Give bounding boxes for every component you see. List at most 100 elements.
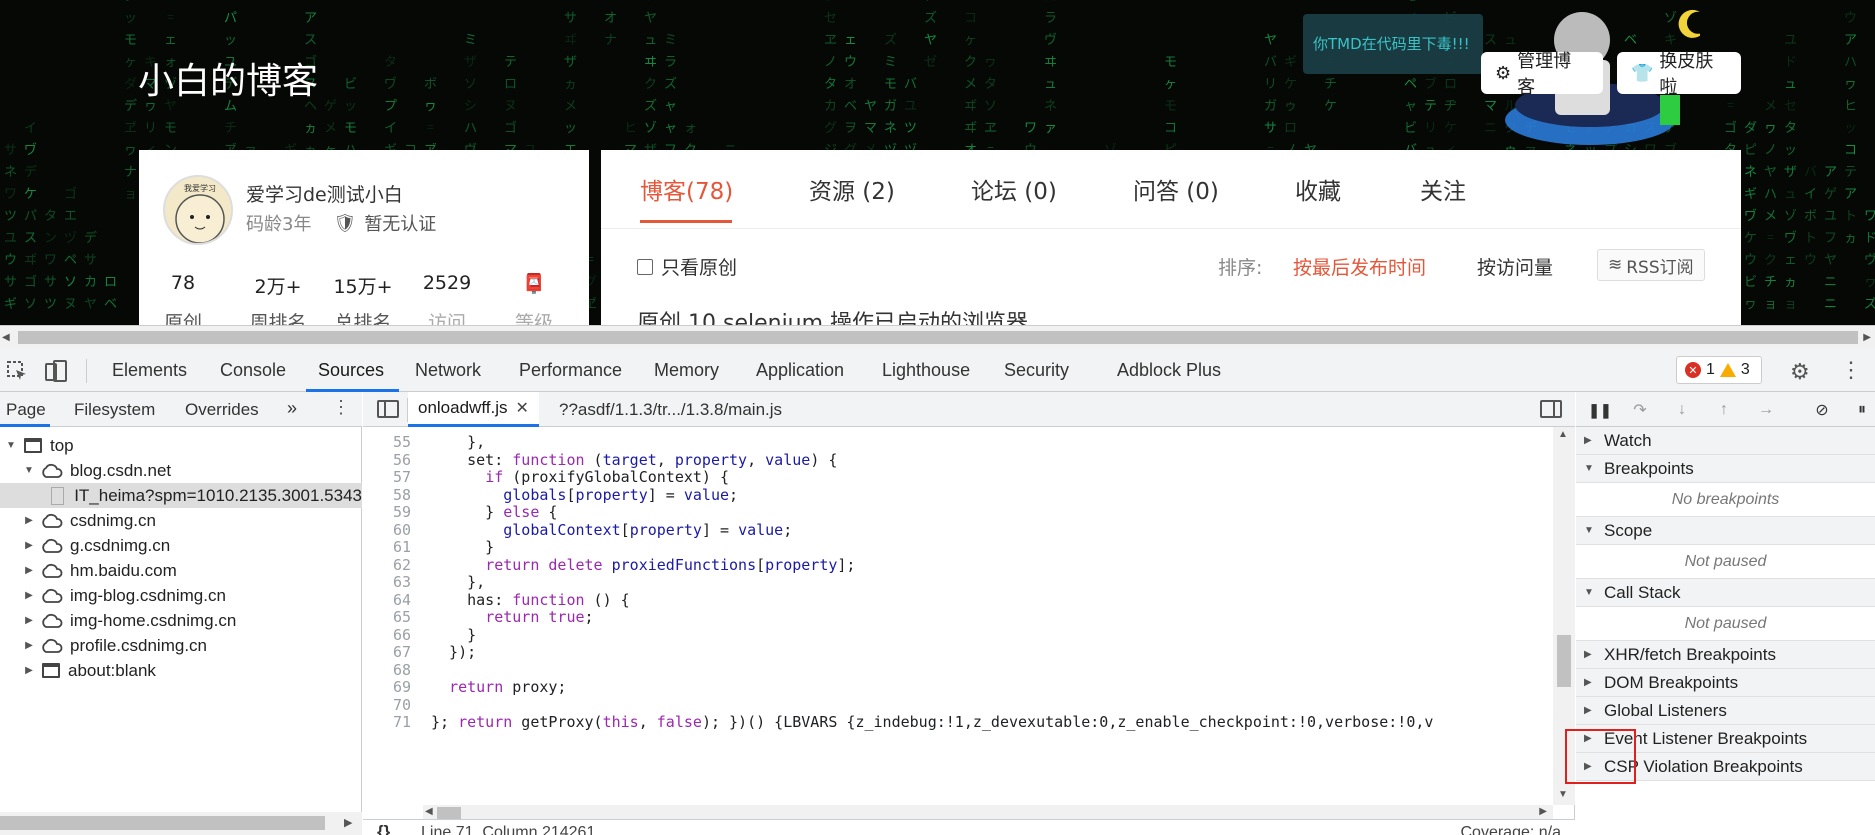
svg-text:セ: セ [1784, 99, 1797, 114]
collapsed-arrow-icon[interactable]: ▶ [22, 540, 36, 551]
section-header[interactable]: ▶ Event Listener Breakpoints [1576, 725, 1875, 753]
scroll-right-arrow[interactable]: ▶ [344, 816, 352, 829]
tab-blog[interactable]: 博客(78) [640, 172, 733, 206]
expanded-arrow-icon[interactable]: ▼ [22, 465, 36, 476]
scrollbar-thumb[interactable] [1557, 635, 1571, 687]
tab-forum[interactable]: 论坛 (0) [971, 172, 1057, 206]
tab-favorites[interactable]: 收藏 [1295, 172, 1341, 206]
tab-resources[interactable]: 资源 (2) [809, 172, 895, 206]
tree-item[interactable]: ▶ about:blank [0, 658, 362, 683]
toggle-navigator-icon[interactable] [377, 400, 399, 418]
nav-tab-page[interactable]: Page [6, 400, 46, 420]
scrollbar-thumb[interactable] [0, 816, 325, 830]
checkbox[interactable] [637, 258, 653, 275]
collapsed-arrow-icon[interactable]: ▶ [22, 590, 36, 601]
tab-security[interactable]: Security [1004, 360, 1069, 381]
step-over-icon[interactable]: ↷ [1630, 400, 1650, 420]
scrollbar-thumb[interactable] [18, 331, 1858, 344]
rss-button[interactable]: ≋ RSS订阅 [1597, 249, 1705, 281]
collapsed-arrow-icon[interactable]: ▶ [22, 640, 36, 651]
tab-application[interactable]: Application [756, 360, 844, 381]
tab-elements[interactable]: Elements [112, 360, 187, 381]
sort-by-latest[interactable]: 按最后发布时间 [1293, 253, 1426, 280]
nav-tab-filesystem[interactable]: Filesystem [74, 400, 155, 420]
scroll-up-arrow[interactable]: ▲ [1558, 429, 1568, 440]
svg-text:ザ: ザ [464, 55, 477, 70]
navigator-menu-icon[interactable]: ⋮ [332, 397, 350, 418]
expanded-arrow-icon[interactable]: ▼ [4, 440, 18, 451]
pretty-print-button[interactable]: {} [377, 822, 390, 835]
tab-sources[interactable]: Sources [318, 360, 384, 381]
step-out-icon[interactable]: ↑ [1714, 400, 1734, 420]
collapsed-arrow-icon[interactable]: ▶ [22, 565, 36, 576]
deactivate-breakpoints-icon[interactable]: ⊘ [1812, 400, 1832, 420]
editor-tab-onloadwff[interactable]: onloadwff.js ✕ [408, 392, 539, 427]
scroll-right-arrow[interactable]: ▶ [1863, 332, 1871, 343]
username[interactable]: 爱学习de测试小白 [246, 180, 403, 207]
more-tabs-chevron-icon[interactable]: » [287, 398, 297, 419]
svg-text:チ: チ [1324, 77, 1337, 92]
page-horizontal-scrollbar[interactable]: ◀ ▶ [0, 325, 1875, 349]
tab-network[interactable]: Network [415, 360, 481, 381]
tree-item[interactable]: ▶ hm.baidu.com [0, 558, 362, 583]
manage-blog-button[interactable]: ⚙ 管理博客 [1481, 51, 1603, 98]
section-header[interactable]: ▶ Watch [1576, 427, 1875, 455]
tree-item[interactable]: ▼ blog.csdn.net [0, 458, 362, 483]
scroll-left-arrow[interactable]: ◀ [425, 806, 433, 817]
tree-item[interactable]: IT_heima?spm=1010.2135.3001.5343 [0, 483, 362, 508]
tab-performance[interactable]: Performance [519, 360, 622, 381]
tree-item[interactable]: ▶ profile.csdnimg.cn [0, 633, 362, 658]
nav-tab-overrides[interactable]: Overrides [185, 400, 259, 420]
change-skin-button[interactable]: 👕 换皮肤啦 [1617, 51, 1741, 98]
section-header[interactable]: ▼ Scope [1576, 517, 1875, 545]
only-original-label: 只看原创 [661, 257, 738, 279]
settings-gear-icon[interactable]: ⚙ [1790, 359, 1810, 385]
scroll-right-arrow[interactable]: ▶ [1539, 806, 1547, 817]
tree-item[interactable]: ▼ top [0, 433, 362, 458]
pause-on-exceptions-icon[interactable]: ⏸ [1852, 400, 1872, 420]
scrollbar-thumb[interactable] [437, 807, 461, 819]
tab-qa[interactable]: 问答 (0) [1133, 172, 1219, 206]
tree-item[interactable]: ▶ img-blog.csdnimg.cn [0, 583, 362, 608]
code-line[interactable]: 71}; return getProxy(this, false); })() … [363, 713, 1553, 733]
collapsed-arrow-icon[interactable]: ▶ [22, 665, 36, 676]
step-icon[interactable]: → [1756, 400, 1776, 420]
section-header[interactable]: ▶ Global Listeners [1576, 697, 1875, 725]
sort-by-visits[interactable]: 按访问量 [1477, 253, 1553, 280]
inspect-element-icon[interactable] [6, 360, 28, 382]
tree-item[interactable]: ▶ csdnimg.cn [0, 508, 362, 533]
tree-item[interactable]: ▶ g.csdnimg.cn [0, 533, 362, 558]
toggle-debugger-icon[interactable] [1540, 400, 1562, 418]
scroll-down-arrow[interactable]: ▼ [1558, 789, 1568, 800]
avatar[interactable]: 我爱学习 [163, 175, 233, 245]
tab-adblock-plus[interactable]: Adblock Plus [1117, 360, 1221, 381]
section-title: XHR/fetch Breakpoints [1604, 644, 1776, 664]
more-options-icon[interactable]: ⋮ [1840, 357, 1862, 383]
tab-memory[interactable]: Memory [654, 360, 719, 381]
tree-item[interactable]: ▶ img-home.csdnimg.cn [0, 608, 362, 633]
tab-lighthouse[interactable]: Lighthouse [882, 360, 970, 381]
line-number[interactable]: 71 [363, 713, 421, 733]
tab-following[interactable]: 关注 [1420, 172, 1466, 206]
issues-counter[interactable]: ✕ 1 3 [1676, 356, 1762, 384]
section-header[interactable]: ▶ CSP Violation Breakpoints [1576, 753, 1875, 781]
navigator-horizontal-scrollbar[interactable]: ▶ [0, 812, 362, 835]
editor-vertical-scrollbar[interactable]: ▲ ▼ [1553, 427, 1575, 805]
section-header[interactable]: ▼ Call Stack [1576, 579, 1875, 607]
section-header[interactable]: ▶ DOM Breakpoints [1576, 669, 1875, 697]
editor-tab-main-js[interactable]: ??asdf/1.1.3/tr.../1.3.8/main.js [549, 392, 792, 427]
device-toolbar-icon[interactable] [44, 359, 68, 383]
tab-console[interactable]: Console [220, 360, 286, 381]
step-into-icon[interactable]: ↓ [1672, 400, 1692, 420]
only-original-checkbox[interactable]: 只看原创 [637, 253, 737, 280]
close-icon[interactable]: ✕ [515, 398, 528, 418]
pause-script-execution-icon[interactable]: ❚❚ [1588, 400, 1611, 420]
collapsed-arrow-icon[interactable]: ▶ [22, 615, 36, 626]
section-header[interactable]: ▶ XHR/fetch Breakpoints [1576, 641, 1875, 669]
code-area[interactable]: 55 }, 56 set: function (target, property,… [363, 427, 1553, 805]
section-header[interactable]: ▼ Breakpoints [1576, 455, 1875, 483]
shield-icon: 🛡 [333, 212, 357, 234]
collapsed-arrow-icon[interactable]: ▶ [22, 515, 36, 526]
article-item-partial[interactable]: 原创 10 selenium 操作已启动的浏览器 [637, 305, 1028, 325]
scroll-left-arrow[interactable]: ◀ [2, 332, 10, 343]
